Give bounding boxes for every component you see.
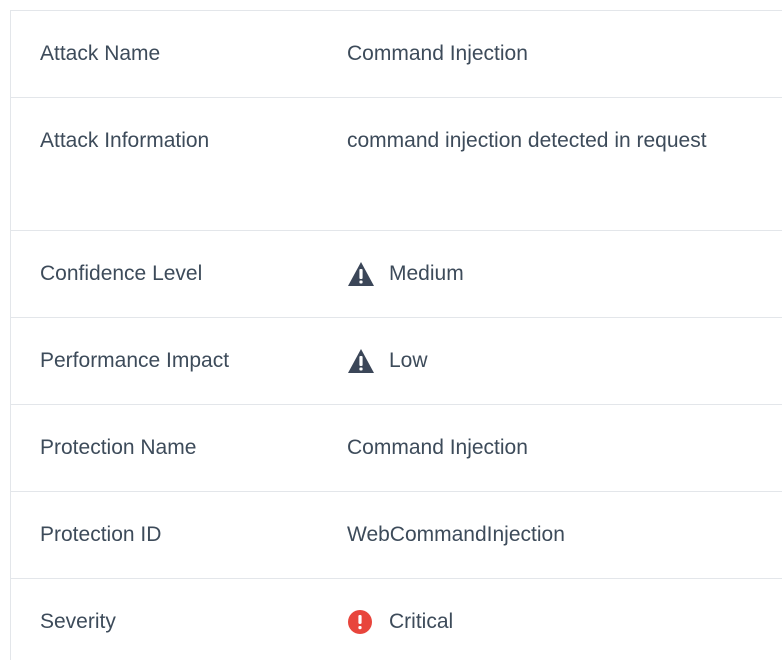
warning-triangle-icon bbox=[347, 261, 375, 287]
severity-value: Critical bbox=[389, 610, 454, 633]
row-performance-impact: Performance Impact Low bbox=[11, 318, 782, 405]
row-value: Command Injection bbox=[347, 42, 528, 65]
row-value: command injection detected in request bbox=[347, 129, 707, 152]
attack-details-table: Attack Name Command Injection Attack Inf… bbox=[10, 10, 782, 660]
row-label: Attack Information bbox=[40, 129, 210, 152]
row-protection-id: Protection ID WebCommandInjection bbox=[11, 492, 782, 579]
confidence-level-value: Medium bbox=[389, 262, 464, 285]
row-label: Attack Name bbox=[40, 42, 161, 65]
row-severity: Severity Critical bbox=[11, 579, 782, 661]
row-label: Performance Impact bbox=[40, 349, 230, 372]
row-value: Command Injection bbox=[347, 436, 528, 459]
row-protection-name: Protection Name Command Injection bbox=[11, 405, 782, 492]
row-label: Protection Name bbox=[40, 436, 197, 459]
row-attack-name: Attack Name Command Injection bbox=[11, 11, 782, 98]
performance-impact-value: Low bbox=[389, 349, 428, 372]
row-label: Severity bbox=[40, 610, 116, 633]
row-label: Confidence Level bbox=[40, 262, 203, 285]
row-value-container: Low bbox=[347, 338, 782, 384]
warning-triangle-icon bbox=[347, 348, 375, 374]
row-value: WebCommandInjection bbox=[347, 523, 565, 546]
row-value-container: Medium bbox=[347, 251, 782, 297]
critical-alert-icon bbox=[347, 609, 375, 635]
row-attack-information: Attack Information command injection det… bbox=[11, 98, 782, 231]
row-value-container: Critical bbox=[347, 599, 782, 645]
row-label: Protection ID bbox=[40, 523, 162, 546]
row-confidence-level: Confidence Level Medium bbox=[11, 231, 782, 318]
